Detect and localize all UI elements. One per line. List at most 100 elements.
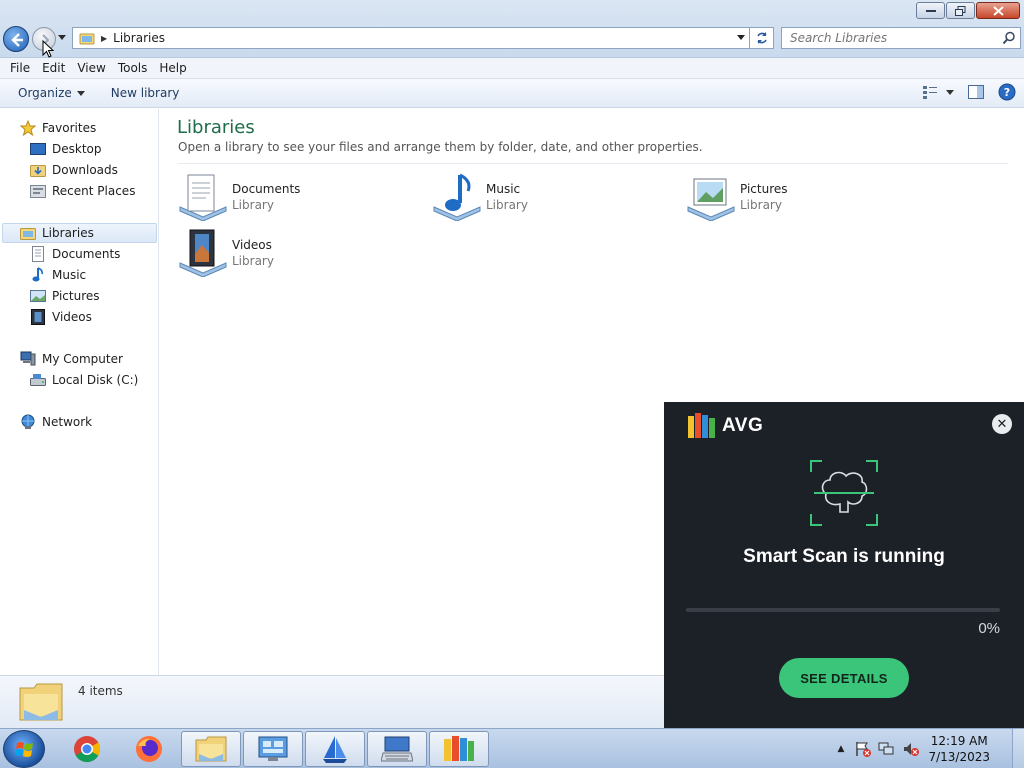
menu-view[interactable]: View bbox=[71, 61, 111, 75]
see-details-button[interactable]: SEE DETAILS bbox=[779, 658, 909, 698]
avg-close-button[interactable]: ✕ bbox=[992, 414, 1012, 434]
avg-icon bbox=[444, 736, 474, 761]
show-desktop-button[interactable] bbox=[1012, 729, 1024, 768]
action-center-flag-icon[interactable] bbox=[854, 741, 872, 757]
library-documents[interactable]: Documents Library bbox=[178, 172, 300, 222]
taskbar-control-panel[interactable] bbox=[243, 731, 303, 767]
mouse-cursor-icon bbox=[42, 40, 54, 58]
menu-edit[interactable]: Edit bbox=[36, 61, 71, 75]
back-button[interactable] bbox=[3, 26, 29, 52]
library-name: Documents bbox=[232, 182, 301, 196]
library-videos[interactable]: Videos Library bbox=[178, 228, 274, 278]
nav-downloads-label: Downloads bbox=[52, 163, 118, 177]
divider bbox=[178, 163, 1008, 164]
library-music[interactable]: Music Library bbox=[432, 172, 528, 222]
chevron-down-icon bbox=[946, 89, 954, 95]
videos-library-icon bbox=[179, 229, 227, 277]
menu-bar: File Edit View Tools Help bbox=[0, 58, 1024, 79]
help-icon[interactable]: ? bbox=[998, 83, 1016, 101]
chevron-down-icon bbox=[76, 91, 85, 96]
window-controls bbox=[916, 2, 1020, 19]
network-status-icon[interactable] bbox=[878, 741, 896, 757]
restore-button[interactable] bbox=[946, 2, 975, 19]
taskbar-remote-keyboard[interactable] bbox=[367, 731, 427, 767]
show-hidden-icons-icon[interactable]: ▲ bbox=[838, 744, 845, 754]
avg-logo-icon bbox=[688, 413, 715, 438]
library-videos-text: Videos Library bbox=[232, 238, 274, 268]
search-icon[interactable] bbox=[1002, 31, 1016, 48]
library-type: Library bbox=[740, 198, 782, 212]
minimize-button[interactable] bbox=[916, 2, 945, 19]
menu-tools[interactable]: Tools bbox=[112, 61, 154, 75]
item-count: 4 items bbox=[78, 684, 123, 698]
volume-muted-icon[interactable] bbox=[902, 741, 920, 757]
nav-my-computer[interactable]: My Computer bbox=[20, 349, 123, 369]
search-box[interactable] bbox=[781, 27, 1021, 49]
library-type: Library bbox=[232, 254, 274, 268]
library-name: Music bbox=[486, 182, 521, 196]
nav-favorites-label: Favorites bbox=[42, 121, 97, 135]
music-library-icon bbox=[433, 173, 481, 221]
star-icon bbox=[20, 120, 36, 136]
nav-my-computer-label: My Computer bbox=[42, 352, 123, 366]
breadcrumb-libraries[interactable]: Libraries bbox=[113, 31, 165, 45]
downloads-folder-icon bbox=[30, 162, 46, 178]
menu-help[interactable]: Help bbox=[153, 61, 192, 75]
nav-documents[interactable]: Documents bbox=[30, 244, 120, 264]
address-bar[interactable]: ▶ Libraries bbox=[72, 27, 750, 49]
nav-local-disk[interactable]: Local Disk (C:) bbox=[30, 370, 138, 390]
taskbar-firefox[interactable] bbox=[119, 731, 179, 767]
nav-pictures[interactable]: Pictures bbox=[30, 286, 100, 306]
brain-scan-icon bbox=[810, 460, 878, 526]
nav-downloads[interactable]: Downloads bbox=[30, 160, 118, 180]
new-library-button[interactable]: New library bbox=[101, 86, 190, 100]
libraries-folder-icon bbox=[20, 225, 36, 241]
nav-favorites[interactable]: Favorites bbox=[20, 118, 96, 138]
clock-time: 12:19 AM bbox=[930, 734, 988, 748]
change-view-button[interactable] bbox=[922, 85, 954, 99]
breadcrumb-arrow-icon[interactable]: ▶ bbox=[101, 34, 107, 43]
windows-logo-icon bbox=[15, 742, 33, 757]
nav-desktop[interactable]: Desktop bbox=[30, 139, 102, 159]
library-name: Videos bbox=[232, 238, 272, 252]
nav-network-label: Network bbox=[42, 415, 93, 429]
title-bar: ▶ Libraries bbox=[0, 0, 1024, 58]
close-button[interactable] bbox=[976, 2, 1020, 19]
minimize-icon bbox=[925, 9, 936, 12]
refresh-button[interactable] bbox=[750, 27, 774, 49]
nav-local-disk-label: Local Disk (C:) bbox=[52, 373, 139, 387]
command-bar: Organize New library ? bbox=[0, 79, 1024, 108]
taskbar-chrome[interactable] bbox=[57, 731, 117, 767]
close-icon: ✕ bbox=[996, 416, 1008, 432]
nav-pictures-label: Pictures bbox=[52, 289, 100, 303]
organize-button[interactable]: Organize bbox=[8, 86, 95, 100]
search-input[interactable] bbox=[782, 28, 992, 48]
scan-status-title: Smart Scan is running bbox=[743, 546, 945, 567]
menu-file[interactable]: File bbox=[4, 61, 36, 75]
address-dropdown-icon[interactable] bbox=[737, 35, 745, 40]
library-pictures[interactable]: Pictures Library bbox=[686, 172, 788, 222]
pictures-icon bbox=[30, 288, 46, 304]
library-type: Library bbox=[232, 198, 274, 212]
recent-pages-dropdown[interactable] bbox=[58, 35, 66, 40]
clock[interactable]: 12:19 AM 7/13/2023 bbox=[920, 733, 1012, 765]
nav-network[interactable]: Network bbox=[20, 412, 92, 432]
nav-recent-places[interactable]: Recent Places bbox=[30, 181, 135, 201]
close-icon bbox=[992, 5, 1004, 16]
taskbar-explorer[interactable] bbox=[181, 731, 241, 767]
documents-library-icon bbox=[179, 174, 227, 221]
nav-music[interactable]: Music bbox=[30, 265, 86, 285]
pictures-library-icon bbox=[687, 178, 735, 221]
nav-libraries[interactable]: Libraries bbox=[2, 223, 157, 243]
library-music-text: Music Library bbox=[486, 182, 528, 212]
library-pictures-text: Pictures Library bbox=[740, 182, 788, 212]
start-button[interactable] bbox=[3, 730, 45, 768]
view-options-icon bbox=[923, 86, 937, 99]
music-note-icon bbox=[30, 267, 46, 283]
taskbar-sailboat-app[interactable] bbox=[305, 731, 365, 767]
taskbar-avg[interactable] bbox=[429, 731, 489, 767]
nav-videos[interactable]: Videos bbox=[30, 307, 92, 327]
preview-pane-icon[interactable] bbox=[968, 85, 984, 99]
remote-keyboard-icon bbox=[381, 736, 413, 762]
film-strip-icon bbox=[30, 309, 46, 325]
